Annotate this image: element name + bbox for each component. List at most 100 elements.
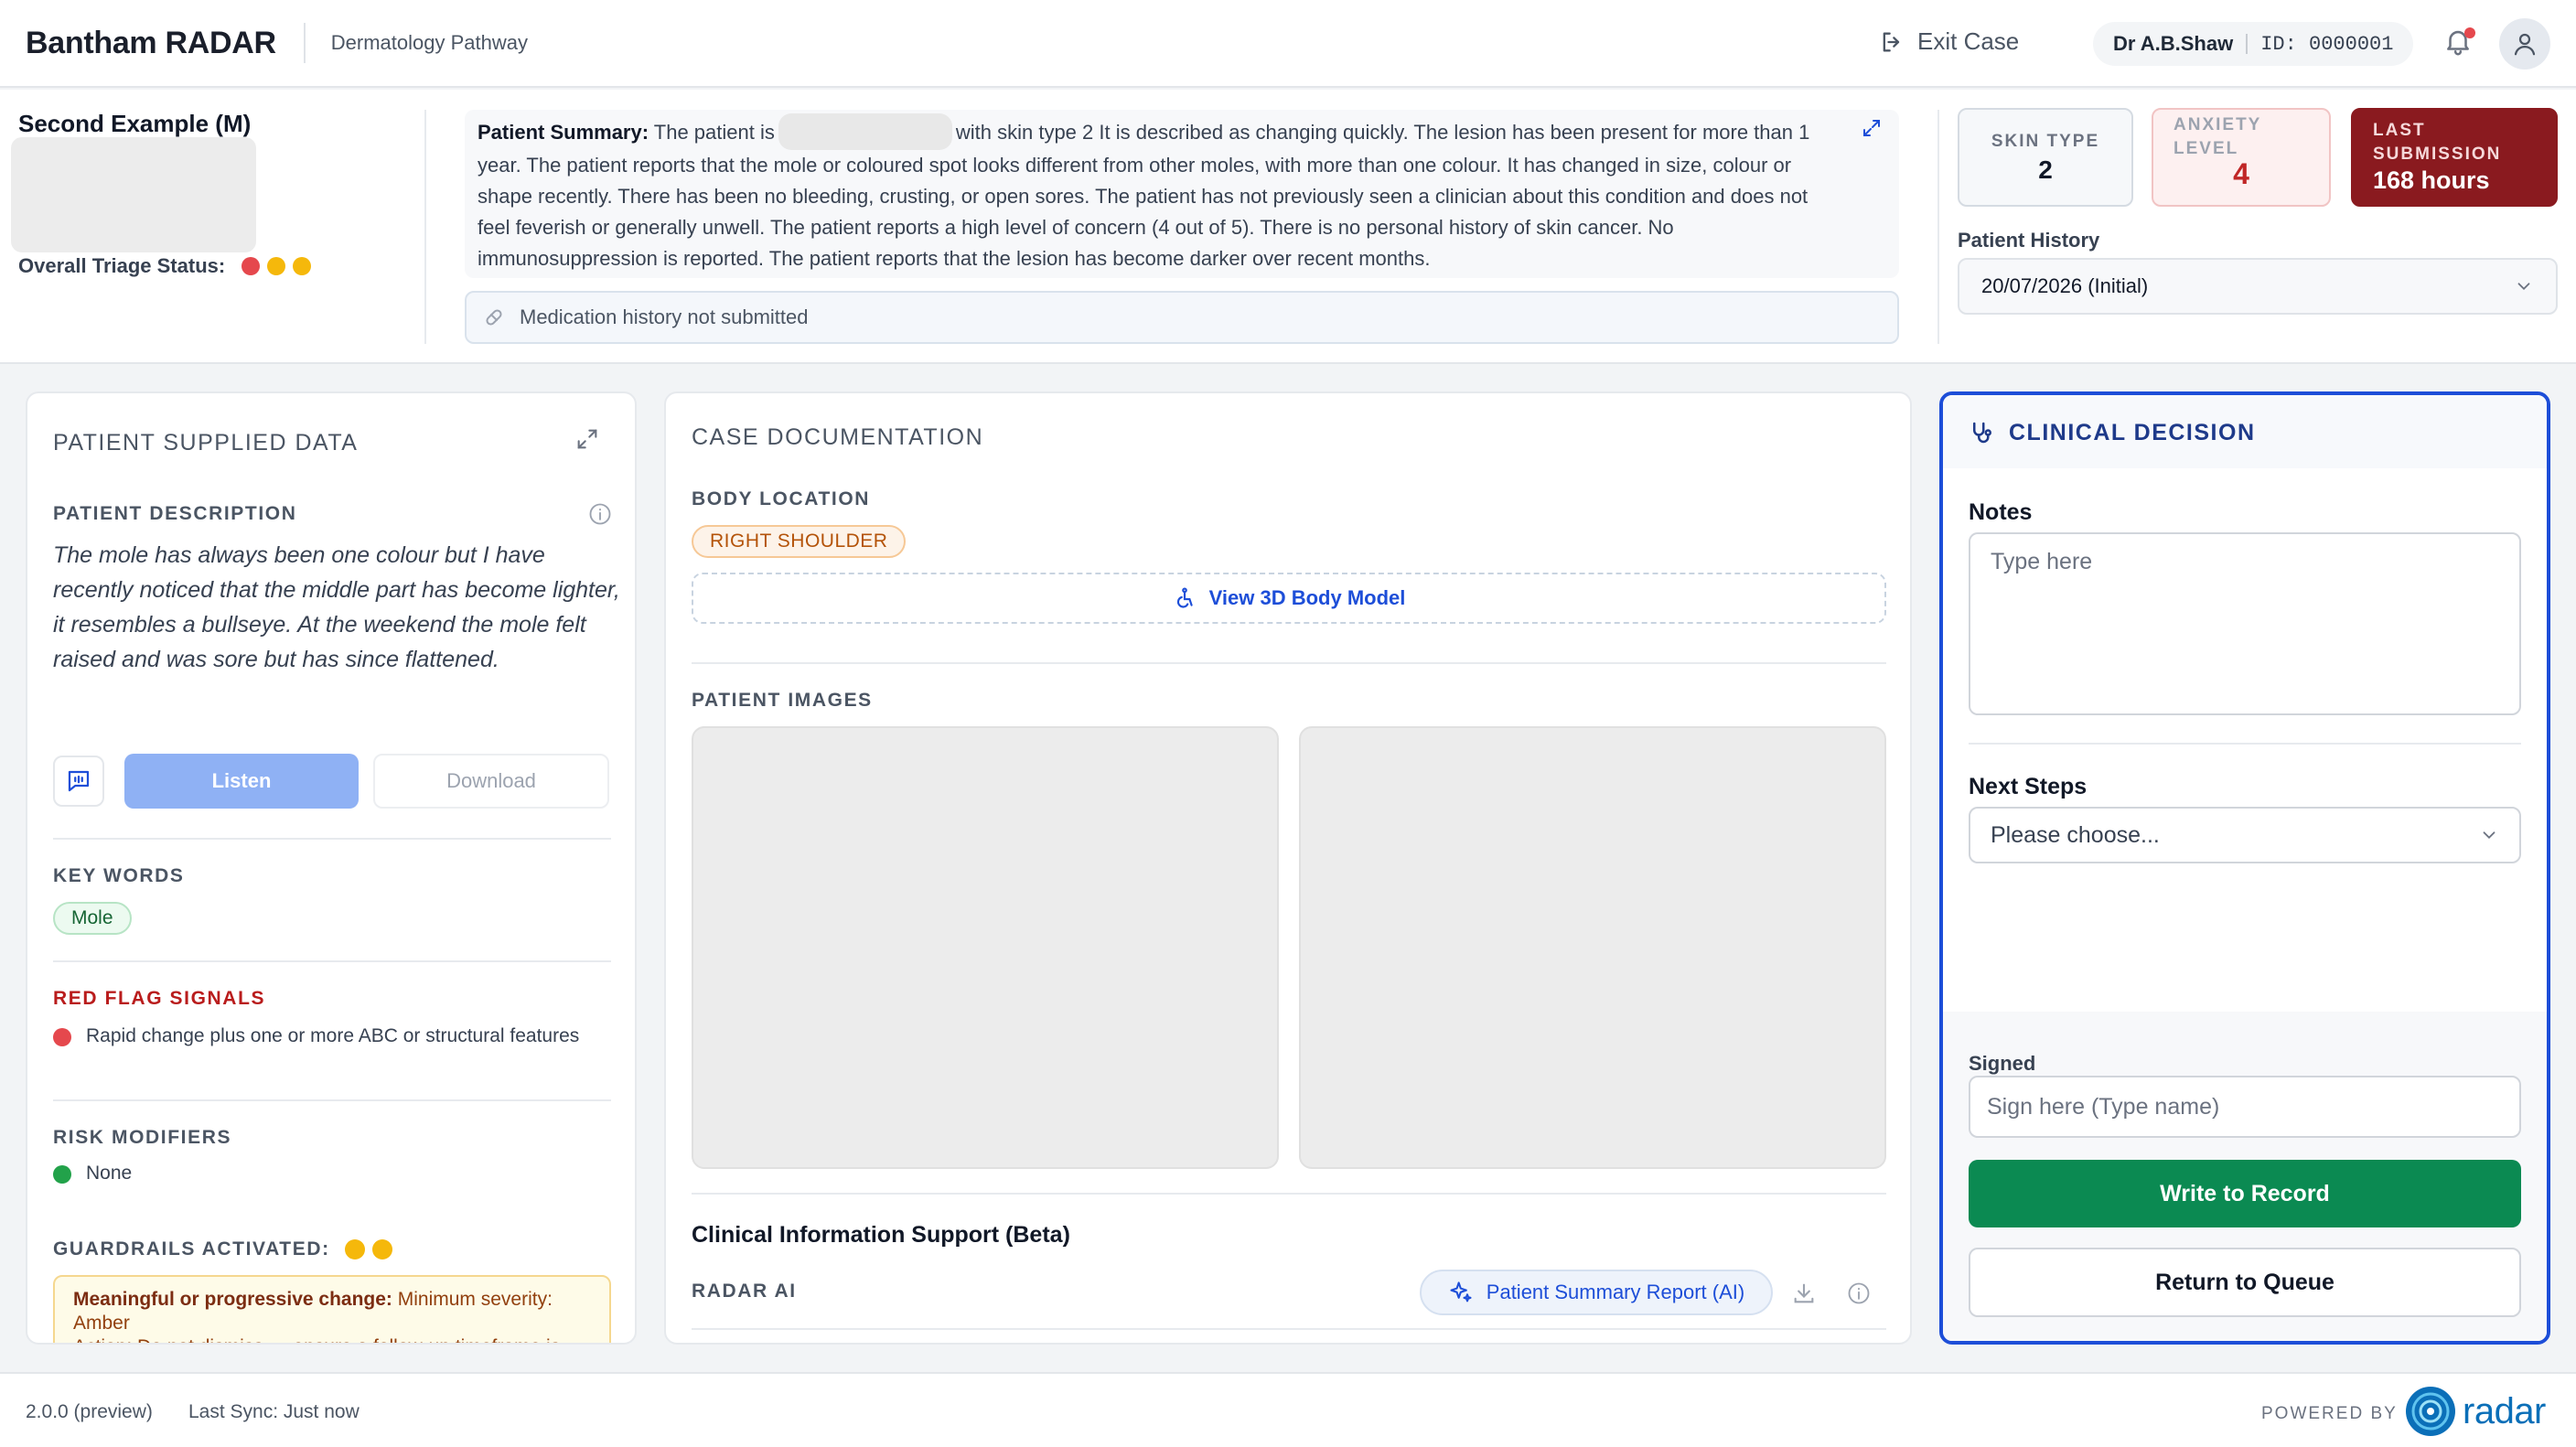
user-name: Dr A.B.Shaw: [2113, 32, 2234, 55]
medication-text: Medication history not submitted: [520, 305, 809, 328]
avatar[interactable]: [2499, 18, 2550, 70]
patient-history-select[interactable]: 20/07/2026 (Initial): [1958, 258, 2558, 315]
risk-dot: [53, 1165, 71, 1184]
band-divider: [424, 110, 426, 344]
header-divider: [303, 23, 306, 63]
notes-textarea[interactable]: Type here: [1969, 532, 2521, 715]
exit-icon: [1883, 32, 1900, 51]
redacted-name: [778, 113, 952, 150]
patient-supplied-data-panel: PATIENT SUPPLIED DATA PATIENT DESCRIPTIO…: [26, 391, 637, 1345]
guardrails-activated-label: GUARDRAILS ACTIVATED:: [53, 1238, 392, 1260]
write-to-record-button[interactable]: Write to Record: [1969, 1160, 2521, 1227]
listen-button[interactable]: Listen: [124, 754, 359, 809]
info-icon[interactable]: [587, 501, 613, 531]
case-documentation-panel: CASE DOCUMENTATION BODY LOCATION RIGHT S…: [664, 391, 1912, 1345]
patient-history-label: Patient History: [1958, 229, 2100, 252]
keyword-chip: Mole: [53, 902, 132, 935]
radar-logo-icon: [2406, 1387, 2455, 1436]
version-label: 2.0.0 (preview): [26, 1401, 153, 1422]
return-to-queue-button[interactable]: Return to Queue: [1969, 1248, 2521, 1317]
triage-dot-red: [242, 257, 261, 275]
next-steps-value: Please choose...: [1991, 821, 2160, 848]
summary-label: Patient Summary:: [478, 121, 649, 144]
red-flag-item: Rapid change plus one or more ABC or str…: [53, 1024, 602, 1048]
exit-case-label: Exit Case: [1917, 27, 2020, 55]
powered-by-label: POWERED BY: [2261, 1404, 2398, 1423]
skin-type-label: SKIN TYPE: [1991, 132, 2100, 151]
next-steps-select[interactable]: Please choose...: [1969, 807, 2521, 863]
guardrail-dot-amber: [344, 1239, 365, 1259]
signed-label: Signed: [1969, 1052, 2036, 1075]
user-divider: [2246, 34, 2249, 54]
speech-bubble-icon: [68, 770, 90, 792]
overall-triage-status: Overall Triage Status:: [18, 254, 312, 278]
clinical-decision-panel: CLINICAL DECISION Notes Type here Next S…: [1939, 391, 2550, 1345]
red-flag-dot: [53, 1028, 71, 1046]
panel-title: CLINICAL DECISION: [1969, 419, 2256, 446]
body-location-chip: RIGHT SHOULDER: [692, 525, 907, 558]
view-3d-body-model-button[interactable]: View 3D Body Model: [692, 573, 1886, 624]
pill-icon: [486, 309, 502, 326]
patient-name: Second Example (M): [18, 110, 252, 137]
anxiety-label-line1: ANXIETY: [2174, 115, 2262, 134]
anxiety-label: ANXIETY LEVEL: [2174, 113, 2329, 161]
user-pill[interactable]: Dr A.B.Shaw ID: 0000001: [2093, 22, 2414, 66]
guardrail-card: Meaningful or progressive change: Minimu…: [53, 1275, 611, 1343]
chevron-down-icon: [2483, 831, 2496, 840]
pathway-label: Dermatology Pathway: [330, 31, 528, 54]
user-id: ID: 0000001: [2260, 32, 2394, 56]
risk-modifier-item: None: [53, 1162, 132, 1185]
patient-summary-report-button[interactable]: Patient Summary Report (AI): [1420, 1270, 1773, 1315]
triage-dot-amber: [267, 257, 286, 275]
notification-dot: [2464, 27, 2475, 38]
expand-icon[interactable]: [574, 426, 600, 456]
transcript-button[interactable]: [53, 756, 104, 807]
notes-label: Notes: [1969, 499, 2033, 525]
info-icon[interactable]: [1846, 1281, 1872, 1311]
section-divider: [692, 1328, 1886, 1330]
radar-logo: radar: [2404, 1385, 2546, 1438]
app-footer: 2.0.0 (preview) Last Sync: Just now POWE…: [0, 1372, 2576, 1447]
patient-description-label: PATIENT DESCRIPTION: [53, 503, 297, 524]
patient-images-label: PATIENT IMAGES: [692, 690, 873, 711]
patient-photo-redacted: [11, 137, 256, 252]
guardrail-dot-amber: [371, 1239, 392, 1259]
sparkles-icon: [1450, 1281, 1472, 1302]
red-flag-signals-label: RED FLAG SIGNALS: [53, 988, 266, 1009]
last-submission-value: 168 hours: [2373, 166, 2490, 194]
risk-modifier-text: None: [86, 1163, 133, 1184]
triage-label: Overall Triage Status:: [18, 254, 226, 277]
body-model-label: View 3D Body Model: [1208, 586, 1406, 609]
patient-image-1[interactable]: [692, 726, 1279, 1169]
signature-input[interactable]: Sign here (Type name): [1969, 1076, 2521, 1138]
section-divider: [1969, 743, 2521, 745]
guardrails-label-text: GUARDRAILS ACTIVATED:: [53, 1238, 330, 1259]
body-location-label: BODY LOCATION: [692, 488, 871, 509]
user-icon: [2514, 33, 2536, 56]
exit-case-button[interactable]: Exit Case: [1879, 27, 2019, 56]
clinical-decision-title: CLINICAL DECISION: [2009, 419, 2256, 445]
skin-type-value: 2: [2038, 155, 2053, 184]
patient-summary-band: Second Example (M) Overall Triage Status…: [0, 90, 2576, 364]
panel-title: CASE DOCUMENTATION: [692, 424, 984, 450]
patient-image-2[interactable]: [1299, 726, 1886, 1169]
last-submission-card: LAST SUBMISSION 168 hours: [2351, 108, 2558, 207]
next-steps-label: Next Steps: [1969, 774, 2088, 799]
chevron-down-icon: [2517, 283, 2530, 291]
band-divider: [1937, 110, 1939, 344]
summary-lead: The patient is: [653, 121, 775, 144]
medication-history-notice: Medication history not submitted: [465, 291, 1899, 344]
last-submission-label: LAST SUBMISSION: [2373, 119, 2556, 166]
section-divider: [692, 662, 1886, 664]
section-divider: [53, 838, 611, 840]
expand-icon[interactable]: [1861, 117, 1883, 144]
download-button[interactable]: Download: [373, 754, 609, 809]
last-label-line1: LAST: [2373, 121, 2426, 140]
red-flag-text: Rapid change plus one or more ABC or str…: [86, 1025, 580, 1046]
accessibility-icon: [1176, 587, 1193, 608]
download-icon[interactable]: [1791, 1281, 1817, 1311]
brand-title[interactable]: Bantham RADAR: [26, 26, 276, 61]
radar-logo-text: radar: [2463, 1390, 2546, 1431]
skin-type-card: SKIN TYPE 2: [1958, 108, 2133, 207]
anxiety-level-card: ANXIETY LEVEL 4: [2152, 108, 2331, 207]
